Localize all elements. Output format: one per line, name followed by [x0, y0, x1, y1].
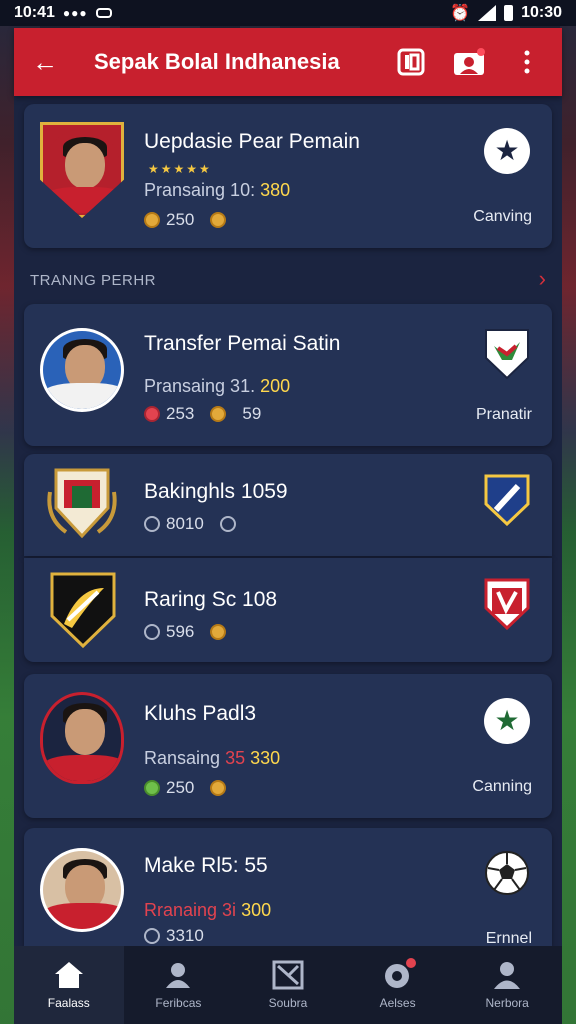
card-meta: 250 — [144, 210, 227, 230]
card-title: Make Rl5: 55 — [144, 854, 268, 877]
status-time-right: 10:30 — [521, 4, 562, 21]
soccer-ball-icon — [485, 851, 529, 895]
player-avatar — [40, 692, 124, 784]
card-subtitle: Pransaing 31. 200 — [144, 376, 291, 396]
club-crest-icon — [485, 329, 529, 380]
player-profile-icon[interactable] — [452, 45, 486, 79]
status-bar: 10:41 ●●● ⏰ 10:30 — [0, 0, 576, 26]
coin-icon — [219, 516, 236, 532]
card-title: Uepdasie Pear Pemain — [144, 130, 360, 153]
star-badge-icon: ★ — [484, 698, 530, 744]
card-subtitle: Rranaing 3i 300 — [144, 900, 272, 920]
profile-icon — [491, 960, 523, 990]
card-subtitle: Ransaing 35 330 — [144, 748, 281, 768]
section-header: TRANNG PERHR — [30, 272, 157, 289]
card-meta: 253 59 — [144, 404, 261, 424]
nav-label: Nerbora — [485, 996, 529, 1010]
card-meta: 3310 — [144, 926, 204, 946]
club-crest-icon — [484, 474, 530, 526]
coin-icon — [210, 780, 227, 796]
app-bar: ← Sepak Bolal Indhanesia — [14, 28, 562, 96]
bottom-navigation: Faalass Feribcas Soubra Aelses Nerbora — [14, 946, 562, 1024]
card-meta: 596 — [144, 622, 227, 642]
status-label: Canving — [473, 208, 532, 225]
club-crest-icon — [484, 578, 530, 630]
card-title: Kluhs Padl3 — [144, 702, 257, 725]
coin-icon — [144, 212, 160, 228]
player-avatar — [40, 328, 124, 412]
coin-icon — [144, 624, 160, 640]
star-badge-icon: ★ — [484, 128, 530, 174]
list-item[interactable]: Kluhs Padl3 Ransaing 35 330 250 ★ Cannin… — [24, 674, 552, 818]
signal-icon — [478, 5, 497, 21]
battery-icon — [504, 5, 514, 21]
list-item[interactable]: Bakinghls 1059 8010 — [24, 454, 552, 556]
player-avatar — [40, 848, 124, 932]
coin-icon — [210, 406, 227, 422]
scoreboard-icon[interactable] — [394, 45, 428, 79]
card-title: Raring Sc 108 — [144, 588, 278, 611]
nav-item-profile[interactable]: Nerbora — [452, 946, 562, 1024]
nav-item-home[interactable]: Faalass — [14, 946, 124, 1024]
club-crest-icon — [47, 468, 117, 539]
status-label: Pranatir — [475, 406, 532, 423]
scoreboard-icon — [272, 960, 304, 990]
list-item[interactable]: Uepdasie Pear Pemain ★★★★★ Pransaing 10:… — [24, 104, 552, 248]
alarm-icon: ⏰ — [450, 5, 471, 22]
nav-label: Aelses — [379, 996, 416, 1010]
club-crest-icon — [50, 572, 116, 649]
list-item[interactable]: Raring Sc 108 596 — [24, 558, 552, 662]
more-vert-icon[interactable] — [510, 45, 544, 79]
coin-icon — [144, 928, 160, 944]
card-title: Transfer Pemai Satin — [144, 332, 341, 355]
back-arrow-icon[interactable]: ← — [32, 47, 66, 78]
nav-label: Faalass — [47, 996, 90, 1010]
rating-stars: ★★★★★ — [148, 162, 212, 176]
nav-item-matches[interactable]: Aelses — [343, 946, 453, 1024]
coin-icon — [144, 406, 160, 422]
nav-label: Feribcas — [155, 996, 202, 1010]
nav-item-scores[interactable]: Soubra — [233, 946, 343, 1024]
chevron-right-icon[interactable]: › — [539, 266, 546, 292]
home-icon — [53, 960, 85, 990]
status-time-left: 10:41 — [14, 4, 55, 21]
ball-icon — [382, 958, 416, 990]
team-icon — [162, 960, 194, 990]
coin-icon — [144, 516, 160, 532]
notification-dot — [405, 958, 416, 968]
nav-label: Soubra — [268, 996, 308, 1010]
card-subtitle: Pransaing 10: 380 — [144, 180, 291, 200]
coin-icon — [210, 624, 227, 640]
card-meta: 250 — [144, 778, 227, 798]
list-item[interactable]: Make Rl5: 55 Rranaing 3i 300 3310 Ernnel — [24, 828, 552, 947]
card-title: Bakinghls 1059 — [144, 480, 288, 503]
list-item[interactable]: Transfer Pemai Satin Pransaing 31. 200 2… — [24, 304, 552, 446]
status-label: Canning — [472, 778, 532, 795]
notification-dots-icon: ●●● — [62, 6, 88, 20]
page-title: Sepak Bolal Indhanesia — [94, 49, 340, 74]
coin-icon — [144, 780, 160, 796]
notification-pill-icon — [95, 8, 112, 18]
card-meta: 8010 — [144, 514, 236, 534]
coin-icon — [210, 212, 227, 228]
nav-item-team[interactable]: Feribcas — [124, 946, 234, 1024]
club-crest-icon — [40, 122, 124, 218]
content-area: Uepdasie Pear Pemain ★★★★★ Pransaing 10:… — [14, 96, 562, 947]
